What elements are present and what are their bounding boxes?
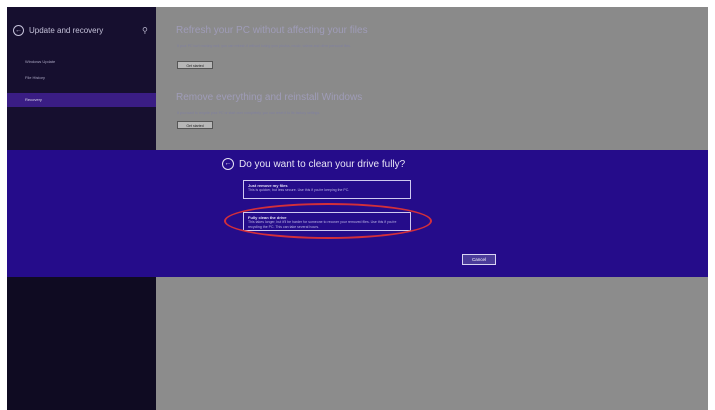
dialog-back-icon[interactable]: ← (222, 158, 234, 170)
dialog-header: ← Do you want to clean your drive fully? (222, 158, 405, 170)
sidebar-lower (7, 277, 156, 410)
back-arrow-icon[interactable]: ← (13, 25, 24, 36)
content-lower (156, 277, 708, 410)
reset-title: Remove everything and reinstall Windows (176, 92, 363, 103)
screen: ← Update and recovery ⚲ Windows Update F… (7, 7, 708, 410)
clean-drive-dialog: ← Do you want to clean your drive fully?… (7, 150, 708, 277)
sidebar-title: Update and recovery (29, 26, 104, 35)
option-description: This is quicker, but less secure. Use th… (248, 188, 350, 192)
dialog-title: Do you want to clean your drive fully? (239, 158, 406, 170)
reset-get-started-button[interactable]: Get started (177, 121, 213, 129)
refresh-description: If your PC isn't running well, you can r… (177, 44, 352, 48)
refresh-get-started-button[interactable]: Get started (177, 61, 213, 69)
search-icon[interactable]: ⚲ (142, 26, 148, 35)
option-fully-clean-drive[interactable]: Fully clean the drive This takes longer,… (243, 212, 411, 231)
option-description: This takes longer, but it'll be harder f… (248, 220, 397, 229)
option-just-remove-files[interactable]: Just remove my files This is quicker, bu… (243, 180, 411, 199)
refresh-title: Refresh your PC without affecting your f… (176, 25, 368, 36)
cancel-button[interactable]: Cancel (462, 254, 496, 265)
reset-description: If you want to recycle your PC or start … (177, 111, 321, 115)
sidebar-header: ← Update and recovery (13, 25, 103, 36)
sidebar-item-recovery[interactable]: Recovery (7, 93, 156, 107)
sidebar-item-windows-update[interactable]: Windows Update (7, 55, 156, 69)
sidebar-item-file-history[interactable]: File History (7, 71, 156, 85)
